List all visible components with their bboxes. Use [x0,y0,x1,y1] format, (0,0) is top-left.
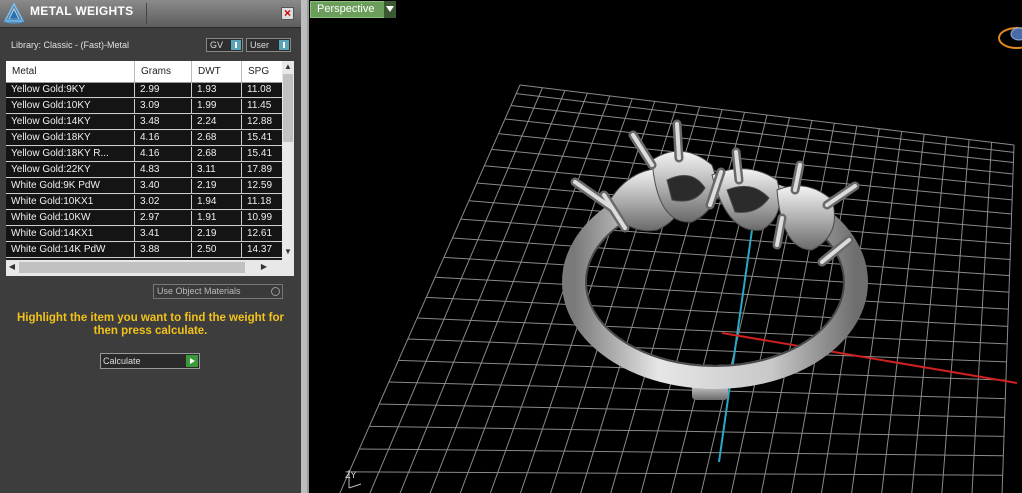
table-cell-spg: 12.88 [247,116,273,127]
user-dropdown[interactable]: User [246,38,291,52]
title-separator [146,3,147,24]
scrollbar-corner [282,260,294,276]
perspective-viewport[interactable]: ZY Perspective [307,0,1022,493]
column-header-grams[interactable]: Grams [135,61,192,82]
table-cell-metal: Yellow Gold:9KY [6,83,135,98]
table-row[interactable]: Yellow Gold:18KY 4.16 2.68 15.41 [6,131,282,146]
table-cell-dwt: 1.93 [192,83,242,98]
table-cell-spg: 14.37 [247,244,273,255]
table-cell-metal: Yellow Gold:10KY [6,99,135,114]
user-dropdown-label: User [250,40,270,50]
table-cell-spg: 10.99 [247,212,273,223]
table-cell-metal: White Gold:10KW [6,211,135,226]
axis-gizmo: ZY [345,470,362,489]
table-cell-dwt: 2.19 [192,227,242,242]
table-cell-spg: 11.45 [247,100,272,111]
table-cell-spg: 17.89 [247,164,273,175]
scroll-right-icon[interactable]: ▶ [258,262,270,271]
table-cell-grams: 3.02 [135,195,192,210]
scroll-down-icon[interactable]: ▼ [282,247,294,256]
table-cell-grams: 3.48 [135,115,192,130]
close-icon[interactable]: × [281,7,294,20]
table-cell-grams: 3.41 [135,227,192,242]
panel-title: METAL WEIGHTS [30,4,134,18]
table-cell-metal: White Gold:14K PdW [6,243,135,258]
table-cell-dwt: 2.68 [192,147,242,162]
table-row[interactable]: White Gold:10KW 2.97 1.91 10.99 [6,211,282,226]
table-cell-dwt: 1.99 [192,99,242,114]
table-cell-dwt: 1.94 [192,195,242,210]
play-arrow-icon [186,355,198,367]
calculate-label: Calculate [103,356,141,366]
gv-dropdown[interactable]: GV [206,38,243,52]
metal-table: Metal Grams DWT SPG Yellow Gold:9KY 2.99 1… [6,61,294,276]
table-cell-spg: 15.41 [247,132,273,143]
table-cell-dwt: 2.68 [192,131,242,146]
table-row[interactable]: Yellow Gold:14KY 3.48 2.24 12.88 [6,115,282,130]
table-row[interactable]: White Gold:14KX1 3.41 2.19 12.61 [6,227,282,242]
viewport-canvas[interactable]: ZY [307,0,1022,493]
table-cell-spg: 11.18 [247,196,272,207]
table-cell-grams: 4.16 [135,131,192,146]
dropdown-arrow-icon [279,40,289,50]
table-cell-metal: Yellow Gold:22KY [6,163,135,178]
table-cell-spg: 15.41 [247,148,273,159]
panel-titlebar[interactable]: METAL WEIGHTS × [0,0,301,28]
table-cell-grams: 4.83 [135,163,192,178]
library-label: Library: Classic - (Fast)-Metal [11,40,130,50]
column-header-spg[interactable]: SPG [242,61,282,82]
table-cell-dwt: 2.50 [192,243,242,258]
table-cell-dwt: 2.19 [192,179,242,194]
table-cell-grams: 4.16 [135,147,192,162]
use-object-materials-toggle[interactable]: Use Object Materials [153,284,283,299]
table-cell-metal: White Gold:14KX1 [6,227,135,242]
table-cell-dwt: 3.11 [192,163,242,178]
toggle-indicator-icon [271,287,280,296]
table-row[interactable]: White Gold:14K PdW 3.88 2.50 14.37 [6,243,282,258]
gv-dropdown-label: GV [210,40,224,50]
table-cell-spg: 12.59 [247,180,273,191]
column-header-dwt[interactable]: DWT [192,61,242,82]
view-dropdown-icon[interactable] [384,1,396,18]
use-object-materials-label: Use Object Materials [157,286,241,296]
instruction-text: Highlight the item you want to find the … [16,312,285,337]
table-cell-grams: 2.97 [135,211,192,226]
calculate-button[interactable]: Calculate [100,353,200,369]
table-row[interactable]: Yellow Gold:10KY 3.09 1.99 11.45 [6,99,282,114]
vertical-scroll-thumb[interactable] [283,74,293,142]
vertical-scrollbar[interactable]: ▲ ▼ [282,61,294,260]
table-cell-metal: Yellow Gold:18KY R... [6,147,135,162]
y-axis-line [718,229,753,463]
horizontal-scrollbar[interactable]: ◀ ▶ [6,260,282,276]
table-cell-spg: 11.08 [247,84,272,95]
table-row[interactable]: Yellow Gold:9KY 2.99 1.93 11.08 [6,83,282,98]
horizontal-scroll-thumb[interactable] [19,262,245,273]
viewport-view-label: Perspective [317,3,375,15]
dropdown-arrow-icon [231,40,241,50]
axis-gizmo-label: ZY [345,470,357,480]
table-cell-grams: 3.88 [135,243,192,258]
viewcube-icon[interactable] [998,27,1022,49]
table-cell-spg: 12.61 [247,228,273,239]
app-logo-icon [3,2,25,24]
table-cell-metal: Yellow Gold:14KY [6,115,135,130]
table-cell-dwt: 1.91 [192,211,242,226]
viewport-border [307,0,309,493]
table-row[interactable]: White Gold:9K PdW 3.40 2.19 12.59 [6,179,282,194]
table-cell-grams: 3.09 [135,99,192,114]
table-cell-dwt: 2.24 [192,115,242,130]
column-header-metal[interactable]: Metal [6,61,135,82]
table-cell-grams: 3.40 [135,179,192,194]
table-header: Metal Grams DWT SPG [6,61,282,83]
scroll-left-icon[interactable]: ◀ [6,262,18,271]
scroll-up-icon[interactable]: ▲ [282,62,294,71]
table-cell-metal: Yellow Gold:18KY [6,131,135,146]
table-row[interactable]: White Gold:10KX1 3.02 1.94 11.18 [6,195,282,210]
table-row[interactable]: Yellow Gold:22KY 4.83 3.11 17.89 [6,163,282,178]
table-cell-metal: White Gold:9K PdW [6,179,135,194]
table-cell-grams: 2.99 [135,83,192,98]
table-cell-metal: White Gold:10KX1 [6,195,135,210]
table-row[interactable]: Yellow Gold:18KY R... 4.16 2.68 15.41 [6,147,282,162]
metal-weights-panel: METAL WEIGHTS × Library: Classic - (Fast… [0,0,301,493]
